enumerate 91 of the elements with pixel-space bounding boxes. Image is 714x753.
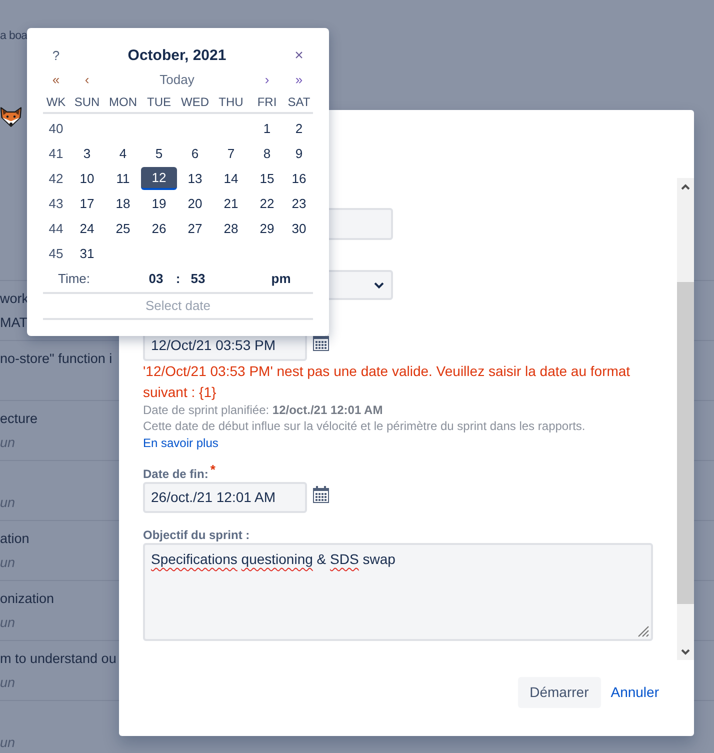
issue-title[interactable]: work: [0, 291, 29, 306]
column-header: MON: [109, 94, 137, 110]
error-message: '12/Oct/21 03:53 PM' nest pas une date valide. Veuillez saisir la date au format suivant : {1}: [143, 362, 632, 402]
column-header: FRI: [257, 94, 277, 110]
week-number: 41: [48, 146, 64, 162]
time-separator: :: [176, 271, 180, 287]
day-button[interactable]: 13: [177, 167, 213, 190]
calendar-icon[interactable]: [313, 486, 329, 503]
day-button[interactable]: 12: [141, 167, 177, 190]
day-button[interactable]: 20: [177, 192, 213, 215]
issue-subtitle: un: [0, 735, 16, 750]
column-header: WED: [181, 94, 209, 110]
close-button[interactable]: ×: [294, 48, 304, 64]
issue-subtitle: un: [0, 615, 16, 630]
day-button[interactable]: 31: [69, 242, 105, 265]
day-button[interactable]: 21: [213, 192, 249, 215]
day-button[interactable]: 30: [285, 217, 313, 240]
day-button[interactable]: 24: [69, 217, 105, 240]
day-button[interactable]: 23: [285, 192, 313, 215]
textarea-field[interactable]: Specifications questioning & SDS swap: [143, 543, 653, 641]
week-number: 44: [48, 220, 64, 236]
day-button[interactable]: 22: [249, 192, 285, 215]
minutes-field[interactable]: 53: [190, 271, 206, 287]
column-header: THU: [218, 94, 244, 110]
day-button[interactable]: 28: [213, 217, 249, 240]
week-number: 40: [48, 120, 64, 136]
previous-year-button[interactable]: «: [52, 72, 60, 88]
header-text: a boa: [0, 30, 28, 42]
field-label: Date de fin:: [143, 466, 208, 482]
day-button[interactable]: 16: [285, 167, 313, 190]
next-month-button[interactable]: ›: [264, 72, 270, 88]
chevron-down-icon: [374, 282, 384, 288]
day-button[interactable]: 6: [177, 142, 213, 165]
week-number: 43: [48, 196, 64, 212]
next-year-button[interactable]: »: [295, 72, 303, 88]
column-header: TUE: [147, 94, 171, 110]
required-asterisk: *: [210, 463, 216, 476]
day-button[interactable]: 14: [213, 167, 249, 190]
issue-title[interactable]: m to understand ou: [0, 651, 116, 666]
issue-subtitle: un: [0, 555, 16, 570]
day-button[interactable]: 26: [141, 217, 177, 240]
learn-more-link[interactable]: En savoir plus: [143, 436, 218, 450]
start-button[interactable]: Démarrer: [518, 677, 601, 708]
month-year-title: October, 2021: [128, 47, 226, 65]
scrollbar-track[interactable]: [677, 178, 694, 660]
day-button[interactable]: 19: [141, 192, 177, 215]
issue-title[interactable]: onization: [0, 591, 54, 606]
day-button[interactable]: 8: [249, 142, 285, 165]
hours-field[interactable]: 03: [148, 271, 164, 287]
day-button[interactable]: 11: [105, 167, 141, 190]
day-button[interactable]: 4: [105, 142, 141, 165]
day-button[interactable]: 25: [105, 217, 141, 240]
am-pm-toggle[interactable]: pm: [271, 271, 291, 287]
column-header: SUN: [74, 94, 100, 110]
day-button[interactable]: 3: [69, 142, 105, 165]
help-button[interactable]: ?: [52, 48, 60, 64]
previous-month-button[interactable]: ‹: [84, 72, 90, 88]
scroll-down-icon[interactable]: [681, 648, 690, 654]
week-number: 45: [48, 246, 64, 262]
issue-subtitle: un: [0, 495, 16, 510]
date-input-field[interactable]: 26/oct./21 12:01 AM: [143, 482, 307, 513]
day-button[interactable]: 10: [69, 167, 105, 190]
day-button[interactable]: 7: [213, 142, 249, 165]
issue-subtitle: un: [0, 675, 16, 690]
column-header: WK: [46, 94, 66, 110]
day-button[interactable]: 18: [105, 192, 141, 215]
week-number: 42: [48, 170, 64, 186]
issue-title[interactable]: ecture: [0, 411, 38, 426]
day-button[interactable]: 15: [249, 167, 285, 190]
resize-handle-icon[interactable]: [638, 626, 649, 637]
issue-subtitle: un: [0, 435, 16, 450]
issue-title[interactable]: ation: [0, 531, 30, 546]
day-button[interactable]: 5: [141, 142, 177, 165]
scrollbar-thumb[interactable]: [677, 282, 694, 604]
day-button[interactable]: 9: [285, 142, 313, 165]
day-button[interactable]: 29: [249, 217, 285, 240]
day-button[interactable]: 17: [69, 192, 105, 215]
help-text: Cette date de début influe sur la vélocité et le périmètre du sprint dans les rapports. En savoir plus: [143, 418, 586, 452]
field-label: Objectif du sprint :: [143, 527, 250, 543]
planned-date-text: Date de sprint planifiée: 12/oct./21 12:01 AM: [143, 403, 384, 418]
day-button[interactable]: 27: [177, 217, 213, 240]
fox-icon: [0, 107, 22, 127]
day-button[interactable]: 1: [249, 117, 285, 140]
column-header: SAT: [288, 94, 310, 110]
cancel-link[interactable]: Annuler: [610, 677, 659, 708]
day-button[interactable]: 2: [285, 117, 313, 140]
time-label: Time:: [58, 271, 90, 287]
issue-subtitle: MAT: [0, 315, 28, 330]
scroll-up-icon[interactable]: [681, 184, 690, 190]
today-button[interactable]: Today: [160, 72, 194, 88]
issue-title[interactable]: no-store" function i: [0, 351, 112, 366]
